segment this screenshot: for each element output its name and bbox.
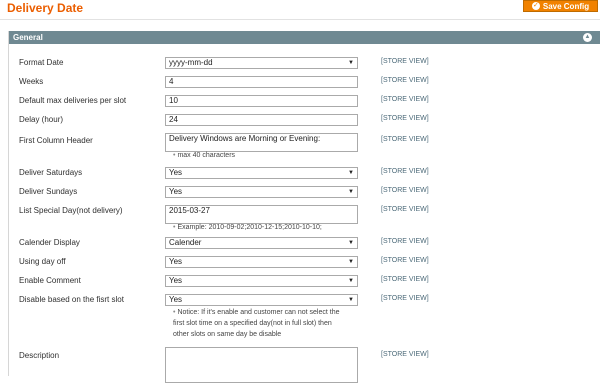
using-day-off-select[interactable]: Yes ▼	[165, 256, 358, 268]
max-deliveries-input[interactable]: 10	[165, 95, 358, 107]
title-divider	[0, 19, 600, 20]
format-date-value: yyyy-mm-dd	[169, 58, 213, 67]
disable-first-slot-note-3: other slots on same day be disable	[173, 331, 282, 338]
deliver-saturdays-label: Deliver Saturdays	[19, 168, 83, 177]
save-config-label: Save Config	[542, 1, 590, 11]
collapse-up-icon[interactable]: ▲	[583, 33, 592, 42]
weeks-label: Weeks	[19, 77, 44, 86]
disable-first-slot-value: Yes	[169, 295, 183, 304]
calender-display-select[interactable]: Calender ▼	[165, 237, 358, 249]
calender-display-label: Calender Display	[19, 238, 80, 247]
special-day-scope: [STORE VIEW]	[381, 206, 429, 213]
disable-first-slot-label: Disable based on the fisrt slot	[19, 295, 124, 304]
format-date-scope: [STORE VIEW]	[381, 58, 429, 65]
save-config-button[interactable]: ✓ Save Config	[523, 0, 598, 12]
delay-scope: [STORE VIEW]	[381, 115, 429, 122]
page-title: Delivery Date	[7, 1, 84, 15]
first-column-header-note: • max 40 characters	[173, 152, 236, 159]
chevron-down-icon: ▼	[348, 240, 354, 246]
chevron-down-icon: ▼	[348, 189, 354, 195]
chevron-down-icon: ▼	[348, 259, 354, 265]
weeks-scope: [STORE VIEW]	[381, 77, 429, 84]
special-day-input[interactable]: 2015-03-27	[165, 205, 358, 224]
delay-label: Delay (hour)	[19, 115, 64, 124]
delay-input[interactable]: 24	[165, 114, 358, 126]
enable-comment-select[interactable]: Yes ▼	[165, 275, 358, 287]
first-column-header-note-text: max 40 characters	[177, 152, 236, 159]
enable-comment-label: Enable Comment	[19, 276, 81, 285]
chevron-down-icon: ▼	[348, 60, 354, 66]
deliver-sundays-value: Yes	[169, 187, 183, 196]
max-deliveries-label: Default max deliveries per slot	[19, 96, 127, 105]
disable-first-slot-note-2: first slot time on a specified day(not i…	[173, 320, 332, 327]
disable-first-slot-note-text-1: Notice: If it's enable and customer can …	[177, 309, 340, 316]
calender-display-scope: [STORE VIEW]	[381, 238, 429, 245]
special-day-label: List Special Day(not delivery)	[19, 206, 123, 215]
deliver-saturdays-select[interactable]: Yes ▼	[165, 167, 358, 179]
using-day-off-label: Using day off	[19, 257, 66, 266]
description-scope: [STORE VIEW]	[381, 351, 429, 358]
using-day-off-value: Yes	[169, 257, 183, 266]
calender-display-value: Calender	[169, 238, 202, 247]
general-section: General ▲ Format Date yyyy-mm-dd ▼ [STOR…	[8, 31, 600, 383]
special-day-note: • Example: 2010-09-02;2010-12-15;2010-10-…	[173, 224, 322, 231]
first-column-header-input[interactable]: Delivery Windows are Morning or Evening:	[165, 133, 358, 152]
deliver-saturdays-value: Yes	[169, 168, 183, 177]
deliver-sundays-select[interactable]: Yes ▼	[165, 186, 358, 198]
enable-comment-scope: [STORE VIEW]	[381, 276, 429, 283]
section-header[interactable]: General ▲	[9, 31, 600, 44]
deliver-sundays-label: Deliver Sundays	[19, 187, 78, 196]
weeks-input[interactable]: 4	[165, 76, 358, 88]
max-deliveries-scope: [STORE VIEW]	[381, 96, 429, 103]
description-textarea[interactable]	[165, 347, 358, 383]
first-column-header-label: First Column Header	[19, 136, 93, 145]
chevron-down-icon: ▼	[348, 278, 354, 284]
format-date-select[interactable]: yyyy-mm-dd ▼	[165, 57, 358, 69]
disable-first-slot-scope: [STORE VIEW]	[381, 295, 429, 302]
format-date-label: Format Date	[19, 58, 64, 67]
enable-comment-value: Yes	[169, 276, 183, 285]
disable-first-slot-select[interactable]: Yes ▼	[165, 294, 358, 306]
description-label: Description	[19, 351, 60, 360]
deliver-sundays-scope: [STORE VIEW]	[381, 187, 429, 194]
check-circle-icon: ✓	[531, 2, 540, 10]
special-day-note-text: Example: 2010-09-02;2010-12-15;2010-10-1…	[177, 224, 322, 231]
first-column-header-scope: [STORE VIEW]	[381, 136, 429, 143]
disable-first-slot-note-1: • Notice: If it's enable and customer can…	[173, 309, 340, 316]
deliver-saturdays-scope: [STORE VIEW]	[381, 168, 429, 175]
chevron-down-icon: ▼	[348, 170, 354, 176]
chevron-down-icon: ▼	[348, 297, 354, 303]
section-title: General	[13, 33, 43, 42]
using-day-off-scope: [STORE VIEW]	[381, 257, 429, 264]
